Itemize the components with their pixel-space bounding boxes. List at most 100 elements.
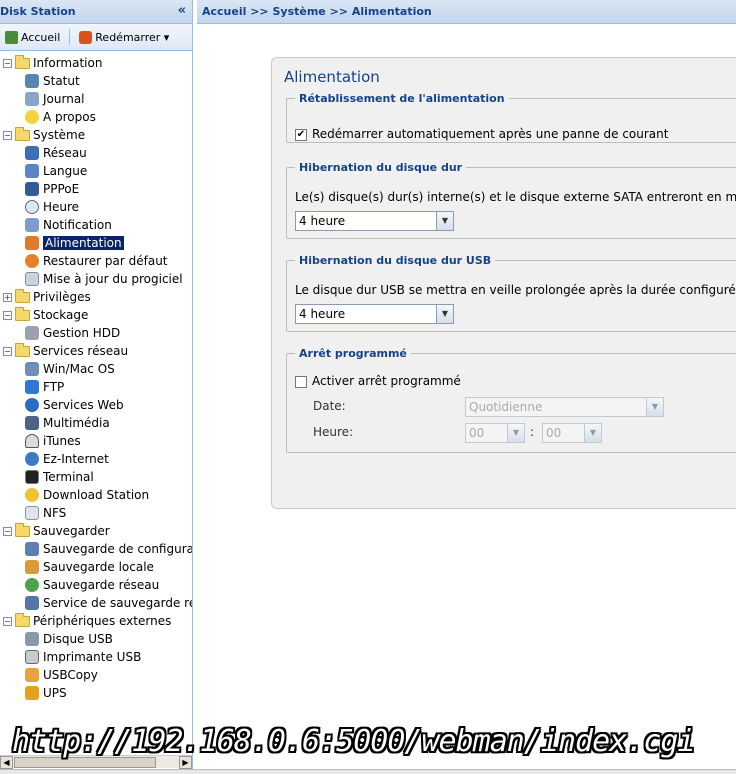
tree-item-usbprinter[interactable]: Imprimante USB (0, 648, 192, 666)
hdd-hibernation-text: Le(s) disque(s) dur(s) interne(s) et le … (295, 190, 736, 204)
collapse-toggle-icon[interactable]: − (3, 346, 12, 356)
tree-item-label: Restaurer par défaut (43, 254, 168, 268)
chevron-down-icon[interactable]: ▼ (436, 212, 453, 230)
tree-item-pppoe[interactable]: PPPoE (0, 180, 192, 198)
tree-item-notification[interactable]: Notification (0, 216, 192, 234)
scheduled-shutdown-checkbox[interactable] (295, 375, 307, 388)
tree-item-download[interactable]: Download Station (0, 486, 192, 504)
folder-icon (15, 288, 30, 303)
tree-item-itunes[interactable]: iTunes (0, 432, 192, 450)
tree-item-servicesweb[interactable]: Services Web (0, 396, 192, 414)
tree-item-alimentation[interactable]: Alimentation (0, 234, 192, 252)
collapse-toggle-icon[interactable]: − (3, 526, 12, 536)
usb-hibernation-text: Le disque dur USB se mettra en veille pr… (295, 283, 736, 297)
tree-item-nfs[interactable]: NFS (0, 504, 192, 522)
multimedia-icon (25, 416, 39, 430)
tree-item-label: Réseau (43, 146, 87, 160)
tree-item-backup-network[interactable]: Sauvegarde réseau (0, 576, 192, 594)
hour-select[interactable]: 00 ▼ (465, 423, 525, 443)
home-button[interactable]: Accueil (2, 29, 63, 46)
minute-value: 00 (546, 426, 562, 440)
home-icon (5, 30, 18, 44)
time-label: Heure: (313, 425, 354, 439)
usb-hibernation-select[interactable]: 4 heure ▼ (295, 304, 454, 324)
tree-item-label: Heure (43, 200, 80, 214)
tree-item-restaurer[interactable]: Restaurer par défaut (0, 252, 192, 270)
tree-item-label: Journal (43, 92, 85, 106)
hdd-hibernation-section: Hibernation du disque dur Le(s) disque(s… (286, 161, 736, 239)
tree-item-backup-service[interactable]: Service de sauvegarde rése (0, 594, 192, 612)
scheduled-shutdown-label: Activer arrêt programmé (312, 374, 461, 388)
tree-item-gestionhdd[interactable]: Gestion HDD (0, 324, 192, 342)
time-separator: : (530, 425, 535, 439)
globe-icon (25, 398, 39, 412)
folder-icon (15, 306, 30, 321)
tree-node-information[interactable]: − Information (0, 54, 192, 72)
auto-restart-checkbox[interactable]: ✔ (295, 128, 307, 141)
tree-node-sauvegarder[interactable]: − Sauvegarder (0, 522, 192, 540)
tree-item-label: Langue (43, 164, 88, 178)
chevron-down-icon[interactable]: ▼ (584, 424, 601, 442)
pppoe-icon (25, 182, 39, 196)
folder-icon (15, 342, 30, 357)
tree-item-ftp[interactable]: FTP (0, 378, 192, 396)
tree-item-label: Sauvegarde de configuratio (43, 542, 192, 556)
hour-value: 00 (469, 426, 485, 440)
tree-item-label: Imprimante USB (43, 650, 142, 664)
home-button-label: Accueil (21, 30, 61, 44)
usb-hibernation-legend: Hibernation du disque dur USB (299, 254, 492, 267)
chevron-down-icon[interactable]: ▼ (646, 398, 663, 416)
restart-button[interactable]: Redémarrer ▾ (76, 29, 172, 46)
restore-section: Rétablissement de l'alimentation ✔ Redéma… (286, 92, 736, 143)
power-icon (79, 30, 93, 44)
tree-node-systeme[interactable]: − Système (0, 126, 192, 144)
panel-title: Alimentation (284, 68, 380, 86)
tree-item-backup-local[interactable]: Sauvegarde locale (0, 558, 192, 576)
tree-item-ezinternet[interactable]: Ez-Internet (0, 450, 192, 468)
expand-toggle-icon[interactable]: + (3, 292, 12, 302)
notification-icon (25, 218, 39, 232)
tree-item-journal[interactable]: Journal (0, 90, 192, 108)
tree-item-ups[interactable]: UPS (0, 684, 192, 702)
sidebar: Disk Station « Accueil Redémarrer ▾ − In… (0, 0, 193, 774)
tree-item-winmac[interactable]: Win/Mac OS (0, 360, 192, 378)
chevron-down-icon[interactable]: ▼ (507, 424, 524, 442)
auto-restart-row[interactable]: ✔ Redémarrer automatiquement après une pa… (295, 127, 668, 141)
collapse-toggle-icon[interactable]: − (3, 130, 12, 140)
tree-item-reseau[interactable]: Réseau (0, 144, 192, 162)
tree-item-langue[interactable]: Langue (0, 162, 192, 180)
hdd-hibernation-select[interactable]: 4 heure ▼ (295, 211, 454, 231)
date-select[interactable]: Quotidienne ▼ (465, 397, 664, 417)
collapse-toggle-icon[interactable]: − (3, 616, 12, 626)
tree-item-multimedia[interactable]: Multimédia (0, 414, 192, 432)
tree-item-usbdisk[interactable]: Disque USB (0, 630, 192, 648)
restore-legend: Rétablissement de l'alimentation (299, 92, 505, 105)
tree-item-usbcopy[interactable]: USBCopy (0, 666, 192, 684)
tree-item-apropos[interactable]: A propos (0, 108, 192, 126)
sidebar-header: Disk Station « (0, 0, 192, 24)
minute-select[interactable]: 00 ▼ (542, 423, 602, 443)
tree-item-terminal[interactable]: Terminal (0, 468, 192, 486)
nfs-icon (25, 506, 39, 520)
tree-node-services[interactable]: − Services réseau (0, 342, 192, 360)
tree-item-heure[interactable]: Heure (0, 198, 192, 216)
tree-node-privileges[interactable]: + Privilèges (0, 288, 192, 306)
tree-node-label: Stockage (33, 308, 89, 322)
language-icon (25, 164, 39, 178)
download-station-icon (25, 488, 39, 502)
tree-item-miseajour[interactable]: Mise à jour du progiciel (0, 270, 192, 288)
tree-node-peripheriques[interactable]: − Périphériques externes (0, 612, 192, 630)
tree-node-label: Périphériques externes (33, 614, 172, 628)
toolbar-separator (69, 29, 71, 45)
chevron-down-icon[interactable]: ▼ (436, 305, 453, 323)
tree-node-stockage[interactable]: − Stockage (0, 306, 192, 324)
scheduled-shutdown-row[interactable]: Activer arrêt programmé (295, 374, 461, 388)
collapse-toggle-icon[interactable]: − (3, 310, 12, 320)
collapse-toggle-icon[interactable]: − (3, 58, 12, 68)
tree-item-statut[interactable]: Statut (0, 72, 192, 90)
tree-item-backup-config[interactable]: Sauvegarde de configuratio (0, 540, 192, 558)
collapse-icon[interactable]: « (178, 3, 186, 18)
date-value: Quotidienne (469, 400, 543, 414)
tree-item-label: PPPoE (43, 182, 80, 196)
nav-tree: − Information Statut Journal A propos − … (0, 51, 192, 702)
